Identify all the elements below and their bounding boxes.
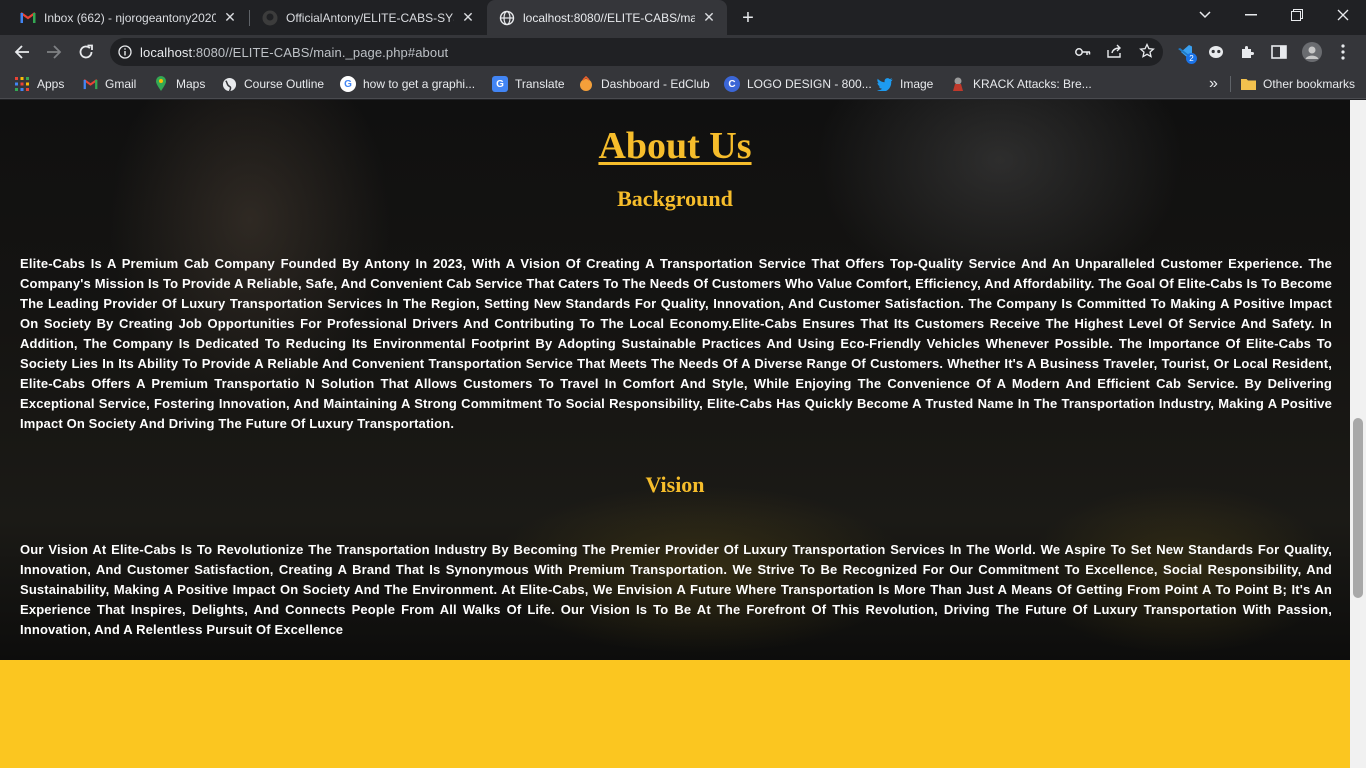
address-bar[interactable]: localhost:8080//ELITE-CABS/main._page.ph… bbox=[110, 38, 1163, 66]
extension-mask-icon[interactable] bbox=[1205, 41, 1227, 63]
maps-pin-icon bbox=[153, 76, 169, 92]
tab-title: OfficialAntony/ELITE-CABS-SYSTE bbox=[286, 10, 454, 25]
bookmark-label: Image bbox=[900, 77, 934, 91]
tab-search-chevron-icon[interactable] bbox=[1182, 0, 1228, 30]
bookmark-krack-attacks[interactable]: KRACK Attacks: Bre... bbox=[950, 75, 1092, 93]
tab-strip: Inbox (662) - njorogeantony2020 ✕ Offici… bbox=[0, 0, 1366, 35]
bookmark-label: KRACK Attacks: Bre... bbox=[973, 77, 1092, 91]
apps-grid-icon bbox=[14, 76, 30, 92]
share-icon[interactable] bbox=[1107, 44, 1123, 61]
bookmark-label: Translate bbox=[515, 77, 565, 91]
bookmark-label: Gmail bbox=[105, 77, 137, 91]
tab-github-repo[interactable]: OfficialAntony/ELITE-CABS-SYSTE ✕ bbox=[250, 0, 486, 35]
bookmark-label: Maps bbox=[176, 77, 206, 91]
close-tab-icon[interactable]: ✕ bbox=[701, 9, 717, 26]
new-tab-button[interactable]: + bbox=[736, 6, 760, 30]
github-icon bbox=[262, 10, 278, 26]
close-window-icon[interactable] bbox=[1320, 0, 1366, 30]
bookmark-image[interactable]: Image bbox=[877, 75, 933, 93]
background-heading: Background bbox=[617, 186, 733, 211]
chrome-menu-icon[interactable] bbox=[1332, 41, 1354, 63]
scrollbar-thumb[interactable] bbox=[1353, 418, 1363, 598]
url-path: :8080//ELITE-CABS/main._page.php#about bbox=[192, 44, 449, 60]
close-tab-icon[interactable]: ✕ bbox=[222, 9, 238, 26]
extension-badge: 2 bbox=[1186, 53, 1197, 64]
twitter-icon bbox=[877, 76, 893, 92]
bookmark-label: Dashboard - EdClub bbox=[601, 77, 710, 91]
folder-icon bbox=[1240, 76, 1256, 92]
vscode-extension-icon[interactable]: 2 bbox=[1174, 41, 1197, 64]
url-text: localhost:8080//ELITE-CABS/main._page.ph… bbox=[140, 45, 448, 60]
page-scrollbar[interactable] bbox=[1350, 100, 1366, 768]
restore-window-icon[interactable] bbox=[1274, 0, 1320, 30]
reload-icon[interactable] bbox=[72, 38, 100, 66]
krack-icon bbox=[950, 76, 966, 92]
bookmark-course-outline[interactable]: Course Outline bbox=[221, 75, 324, 93]
bookmark-label: how to get a graphi... bbox=[363, 77, 476, 91]
globe-icon bbox=[221, 76, 237, 92]
vision-paragraph: Our Vision At Elite-Cabs Is To Revolutio… bbox=[20, 542, 1332, 637]
page-title: About Us bbox=[598, 125, 752, 167]
background-paragraph: Elite-Cabs Is A Premium Cab Company Foun… bbox=[20, 256, 1332, 431]
back-arrow-icon[interactable] bbox=[8, 38, 36, 66]
profile-avatar[interactable] bbox=[1301, 41, 1323, 63]
url-host: localhost bbox=[140, 44, 193, 60]
edclub-icon bbox=[578, 76, 594, 92]
forward-arrow-icon[interactable] bbox=[40, 38, 68, 66]
bookmarks-bar: Apps Gmail Maps Course Outline G how to … bbox=[0, 69, 1366, 99]
globe-icon bbox=[499, 10, 515, 26]
page-viewport: About Us Background Elite-Cabs Is A Prem… bbox=[0, 100, 1350, 768]
browser-toolbar: localhost:8080//ELITE-CABS/main._page.ph… bbox=[0, 35, 1366, 69]
tab-localhost-active[interactable]: localhost:8080//ELITE-CABS/main ✕ bbox=[487, 0, 727, 35]
tab-title: Inbox (662) - njorogeantony2020 bbox=[44, 10, 216, 25]
bookmarks-overflow-chevron-icon[interactable]: » bbox=[1209, 75, 1218, 93]
bookmark-graphics-search[interactable]: G how to get a graphi... bbox=[340, 75, 475, 93]
vision-heading: Vision bbox=[645, 472, 705, 497]
bookmark-translate[interactable]: G Translate bbox=[492, 75, 565, 93]
footer-section bbox=[0, 660, 1350, 768]
bookmark-label: Apps bbox=[37, 77, 65, 91]
bookmark-label: LOGO DESIGN - 800... bbox=[747, 77, 872, 91]
tab-gmail-inbox[interactable]: Inbox (662) - njorogeantony2020 ✕ bbox=[8, 0, 248, 35]
tab-title: localhost:8080//ELITE-CABS/main bbox=[523, 10, 695, 25]
bookmark-apps[interactable]: Apps bbox=[14, 75, 64, 93]
bookmarks-divider bbox=[1230, 76, 1231, 92]
bookmark-label: Course Outline bbox=[244, 77, 325, 91]
bookmark-edclub[interactable]: Dashboard - EdClub bbox=[578, 75, 710, 93]
about-section: About Us Background Elite-Cabs Is A Prem… bbox=[0, 100, 1350, 660]
site-info-icon[interactable] bbox=[110, 45, 140, 59]
bookmark-gmail[interactable]: Gmail bbox=[82, 75, 136, 93]
omnibox-actions bbox=[1075, 38, 1155, 66]
translate-icon: G bbox=[492, 76, 508, 92]
password-key-icon[interactable] bbox=[1075, 44, 1091, 60]
extensions-puzzle-icon[interactable] bbox=[1236, 41, 1258, 63]
gmail-icon bbox=[82, 76, 98, 92]
bookmark-label: Other bookmarks bbox=[1263, 77, 1356, 91]
google-icon: G bbox=[340, 76, 356, 92]
minimize-window-icon[interactable] bbox=[1228, 0, 1274, 30]
bookmark-maps[interactable]: Maps bbox=[153, 75, 205, 93]
bookmark-logo-design[interactable]: C LOGO DESIGN - 800... bbox=[724, 75, 872, 93]
side-panel-icon[interactable] bbox=[1268, 41, 1290, 63]
bookmark-star-icon[interactable] bbox=[1139, 42, 1155, 62]
close-tab-icon[interactable]: ✕ bbox=[460, 9, 476, 26]
c-logo-icon: C bbox=[724, 76, 740, 92]
gmail-icon bbox=[20, 10, 36, 26]
bookmark-other-folder[interactable]: Other bookmarks bbox=[1240, 75, 1355, 93]
